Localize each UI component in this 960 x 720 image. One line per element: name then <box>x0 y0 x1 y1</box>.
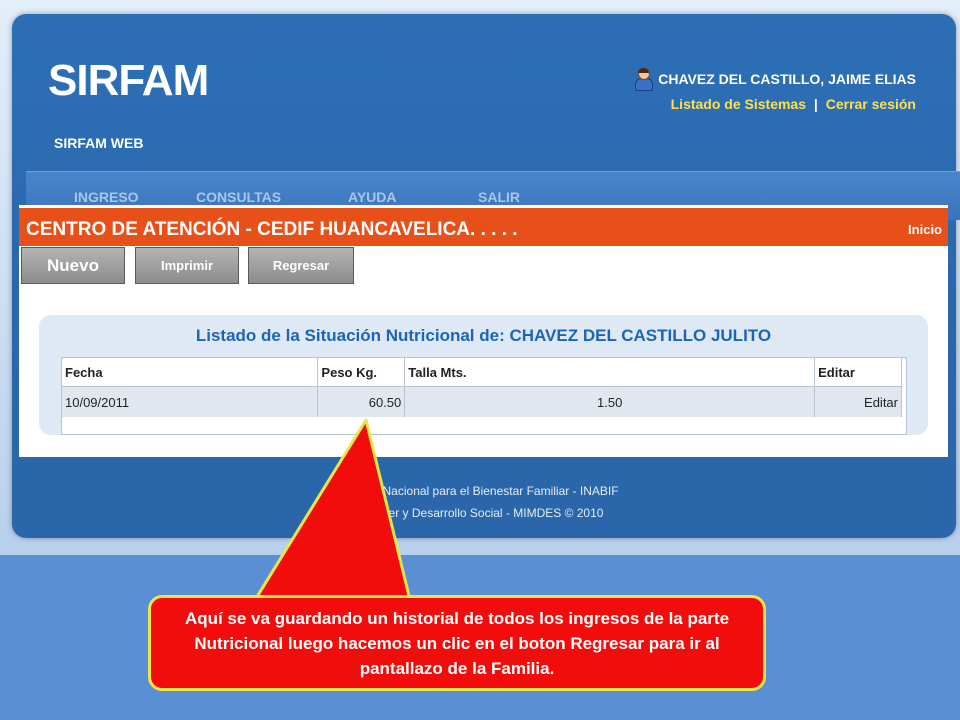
callout-text: Aquí se va guardando un historial de tod… <box>184 608 730 678</box>
callout-box: Aquí se va guardando un historial de tod… <box>148 595 766 691</box>
